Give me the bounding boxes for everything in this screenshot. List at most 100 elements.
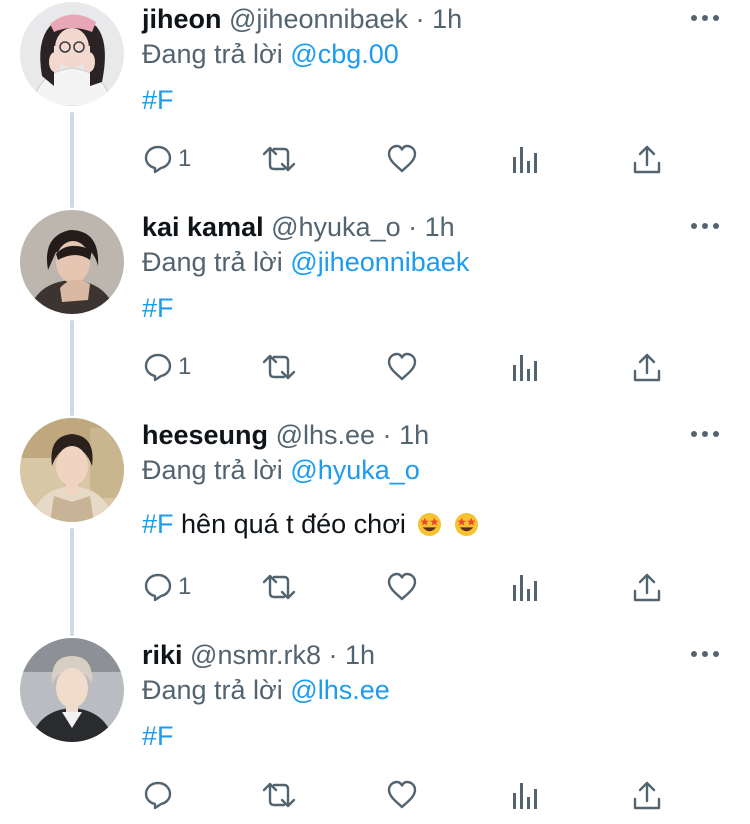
mention-link[interactable]: @cbg.00 — [290, 39, 398, 69]
retweet-icon — [262, 354, 296, 380]
avatar[interactable] — [20, 638, 124, 742]
replying-to: Đang trả lời @hyuka_o — [142, 453, 730, 487]
timestamp[interactable]: 1h — [399, 420, 429, 450]
timestamp[interactable]: 1h — [425, 212, 455, 242]
replying-to: Đang trả lời @lhs.ee — [142, 673, 730, 707]
separator-dot: · — [415, 4, 425, 34]
tweet[interactable]: jiheon @jiheonnibaek · 1h Đang trả lời @… — [0, 0, 750, 208]
share-upload-icon — [633, 573, 661, 602]
share-upload-icon — [633, 145, 661, 174]
avatar[interactable] — [20, 210, 124, 314]
speech-bubble-icon — [144, 353, 172, 382]
tweet-header: kai kamal @hyuka_o · 1h — [142, 210, 730, 244]
mention-link[interactable]: @hyuka_o — [290, 455, 420, 485]
display-name[interactable]: riki — [142, 640, 183, 670]
separator-dot: · — [382, 420, 392, 450]
more-dots-icon[interactable] — [690, 221, 720, 231]
more-dots-icon[interactable] — [690, 649, 720, 659]
reply-count: 1 — [178, 353, 192, 380]
bar-chart-icon — [513, 355, 537, 381]
bar-chart-icon — [513, 783, 537, 809]
analytics-button[interactable] — [511, 349, 539, 385]
retweet-icon — [262, 574, 296, 600]
tweet-header: heeseung @lhs.ee · 1h — [142, 418, 730, 452]
more-dots-icon[interactable] — [690, 429, 720, 439]
analytics-button[interactable] — [511, 141, 539, 177]
hashtag-link[interactable]: #F — [142, 509, 174, 539]
tweet-body-text: hên quá t đéo chơi — [181, 509, 406, 539]
reply-button[interactable]: 1 — [142, 569, 191, 605]
tweet-text: #F — [142, 719, 730, 753]
tweet-actions — [142, 777, 672, 813]
bar-chart-icon — [513, 147, 537, 173]
share-button[interactable] — [632, 777, 662, 813]
retweet-button[interactable] — [260, 777, 298, 813]
replying-to-label: Đang trả lời — [142, 455, 283, 485]
speech-bubble-icon — [144, 573, 172, 602]
heart-icon — [387, 352, 417, 381]
user-handle[interactable]: @lhs.ee — [276, 420, 375, 450]
avatar[interactable] — [20, 418, 124, 522]
star-struck-emoji-icon — [454, 512, 478, 537]
user-handle[interactable]: @nsmr.rk8 — [190, 640, 321, 670]
share-button[interactable] — [632, 569, 662, 605]
like-button[interactable] — [385, 349, 419, 385]
heart-icon — [387, 780, 417, 809]
display-name[interactable]: heeseung — [142, 420, 268, 450]
reply-count: 1 — [178, 145, 192, 172]
heart-icon — [387, 144, 417, 173]
tweet-text: #F — [142, 83, 730, 117]
retweet-icon — [262, 782, 296, 808]
tweet-header: riki @nsmr.rk8 · 1h — [142, 638, 730, 672]
share-button[interactable] — [632, 141, 662, 177]
replying-to: Đang trả lời @cbg.00 — [142, 37, 730, 71]
separator-dot: · — [408, 212, 418, 242]
reply-button[interactable] — [142, 777, 174, 813]
replying-to-label: Đang trả lời — [142, 39, 283, 69]
retweet-icon — [262, 146, 296, 172]
tweet-text: #F hên quá t đéo chơi — [142, 507, 730, 541]
like-button[interactable] — [385, 141, 419, 177]
bar-chart-icon — [513, 575, 537, 601]
user-handle[interactable]: @jiheonnibaek — [229, 4, 408, 34]
display-name[interactable]: kai kamal — [142, 212, 264, 242]
mention-link[interactable]: @lhs.ee — [290, 675, 389, 705]
hashtag-link[interactable]: #F — [142, 293, 174, 323]
share-button[interactable] — [632, 349, 662, 385]
user-handle[interactable]: @hyuka_o — [271, 212, 401, 242]
tweet-actions: 1 — [142, 141, 672, 177]
display-name[interactable]: jiheon — [142, 4, 222, 34]
share-upload-icon — [633, 781, 661, 810]
reply-button[interactable]: 1 — [142, 141, 191, 177]
retweet-button[interactable] — [260, 349, 298, 385]
like-button[interactable] — [385, 569, 419, 605]
reply-button[interactable]: 1 — [142, 349, 191, 385]
more-dots-icon[interactable] — [690, 13, 720, 23]
tweet-text: #F — [142, 291, 730, 325]
timestamp[interactable]: 1h — [345, 640, 375, 670]
retweet-button[interactable] — [260, 141, 298, 177]
speech-bubble-icon — [144, 145, 172, 174]
retweet-button[interactable] — [260, 569, 298, 605]
tweet-actions: 1 — [142, 569, 672, 605]
separator-dot: · — [328, 640, 338, 670]
replying-to-label: Đang trả lời — [142, 247, 283, 277]
like-button[interactable] — [385, 777, 419, 813]
tweet[interactable]: riki @nsmr.rk8 · 1h Đang trả lời @lhs.ee… — [0, 636, 750, 824]
tweet[interactable]: kai kamal @hyuka_o · 1h Đang trả lời @ji… — [0, 208, 750, 416]
tweet-header: jiheon @jiheonnibaek · 1h — [142, 2, 730, 36]
tweet[interactable]: heeseung @lhs.ee · 1h Đang trả lời @hyuk… — [0, 416, 750, 636]
analytics-button[interactable] — [511, 777, 539, 813]
avatar[interactable] — [20, 2, 124, 106]
analytics-button[interactable] — [511, 569, 539, 605]
hashtag-link[interactable]: #F — [142, 85, 174, 115]
star-struck-emoji-icon — [418, 512, 442, 537]
heart-icon — [387, 572, 417, 601]
mention-link[interactable]: @jiheonnibaek — [290, 247, 469, 277]
reply-count: 1 — [178, 573, 192, 600]
speech-bubble-icon — [144, 781, 172, 810]
replying-to-label: Đang trả lời — [142, 675, 283, 705]
hashtag-link[interactable]: #F — [142, 721, 174, 751]
timestamp[interactable]: 1h — [432, 4, 462, 34]
share-upload-icon — [633, 353, 661, 382]
